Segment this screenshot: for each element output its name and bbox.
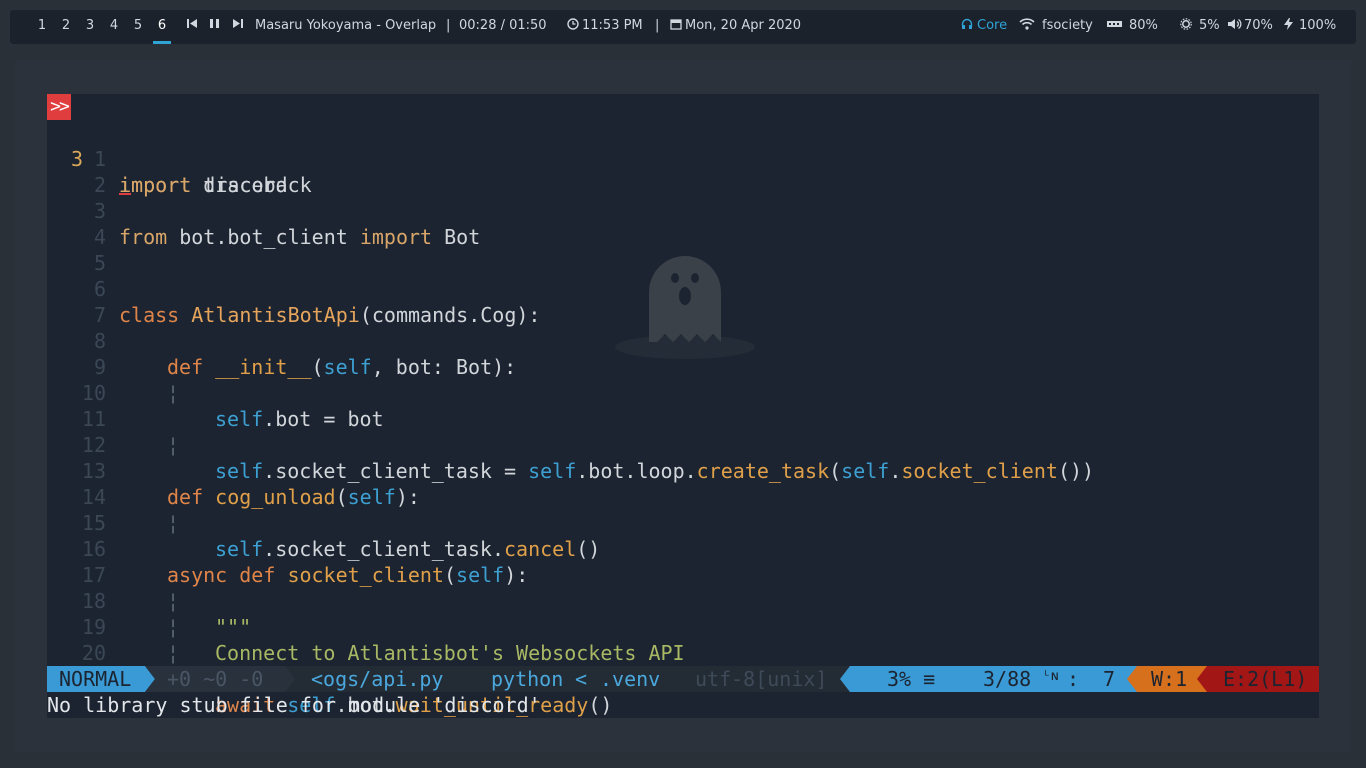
code-line: 12 bbox=[47, 406, 1319, 457]
line-number-icon: ᴸɴ bbox=[1043, 669, 1059, 684]
calendar-icon bbox=[670, 10, 682, 44]
code-line: 2 bbox=[47, 146, 1319, 197]
code-line: 1 import traceback bbox=[47, 120, 1319, 197]
code-line: 7 bbox=[47, 276, 1319, 327]
error-count[interactable]: E:2(L1) bbox=[1223, 666, 1307, 692]
track-position: 00:28 / 01:50 bbox=[459, 18, 547, 33]
media-divider: | bbox=[446, 18, 451, 33]
headphones-icon bbox=[961, 10, 973, 44]
column-separator: : bbox=[1067, 667, 1080, 691]
memory-usage: 80% bbox=[1129, 18, 1158, 33]
virtualenv: .venv bbox=[600, 667, 661, 691]
workspace-4[interactable]: 4 bbox=[102, 10, 126, 44]
menu-icon: ≡ bbox=[923, 667, 936, 691]
file-type: python bbox=[491, 667, 564, 691]
date: Mon, 20 Apr 2020 bbox=[685, 18, 802, 33]
code-line: 13 def cog_unload(self): bbox=[47, 432, 1319, 509]
vim-editor[interactable]: >> 3 import discord 1 import traceback 2… bbox=[47, 94, 1319, 718]
code-line: 17 ¦ """ bbox=[47, 536, 1319, 639]
cursor-position: 3/88 bbox=[983, 667, 1032, 691]
file-name[interactable]: <ogs/api.py bbox=[311, 666, 443, 692]
code-line: 5 bbox=[47, 224, 1319, 275]
workspace-1[interactable]: 1 bbox=[30, 10, 54, 44]
status-line: NORMAL +0 ~0 -0 <ogs/api.py python < .ve… bbox=[47, 666, 1319, 692]
wifi-network[interactable]: fsociety bbox=[1042, 10, 1093, 44]
code-line: 10 bbox=[47, 354, 1319, 405]
cpu-icon bbox=[1180, 10, 1192, 44]
battery-bolt-icon bbox=[1284, 10, 1293, 44]
clock-icon bbox=[567, 10, 579, 44]
message-line: No library stub file for module 'discord… bbox=[47, 693, 541, 717]
skip-forward-icon[interactable] bbox=[230, 10, 244, 44]
memory-icon bbox=[1107, 10, 1122, 44]
volume-icon bbox=[1228, 10, 1242, 44]
workspace-2[interactable]: 2 bbox=[54, 10, 78, 44]
audio-device[interactable]: Core bbox=[977, 10, 1007, 44]
code-line: 18 ¦ Connect to Atlantisbot's Websockets… bbox=[47, 562, 1319, 665]
code-line: >> 3 import discord bbox=[47, 94, 1319, 197]
code-line: 4 bbox=[47, 198, 1319, 249]
code-line: 3 from bot.bot_client import Bot bbox=[47, 172, 1319, 249]
skip-back-icon[interactable] bbox=[185, 10, 199, 44]
code-line: 8 def __init__(self, bot: Bot): bbox=[47, 302, 1319, 379]
code-line: 20 ¦ await self.bot.wait_until_ready() bbox=[47, 614, 1319, 717]
top-bar: 1 2 3 4 5 6 Masaru Yokoyama - Overlap | … bbox=[10, 10, 1356, 44]
code-line: 14 ¦ self.socket_client_task.cancel() bbox=[47, 458, 1319, 561]
scroll-percent: 3% bbox=[887, 667, 912, 691]
venv-separator: < bbox=[575, 667, 588, 691]
error-sign: >> bbox=[47, 94, 71, 120]
cpu-usage: 5% bbox=[1199, 18, 1220, 33]
git-diff-stats: +0 ~0 -0 bbox=[167, 667, 264, 691]
wifi-icon bbox=[1019, 10, 1035, 44]
code-line: 19 ¦ """ bbox=[47, 588, 1319, 691]
volume-level[interactable]: 70% bbox=[1244, 10, 1273, 44]
warning-count[interactable]: W:1 bbox=[1151, 666, 1187, 692]
code-line: 16 async def socket_client(self): bbox=[47, 510, 1319, 587]
code-line: 9 ¦ self.bot = bot bbox=[47, 328, 1319, 431]
battery-level: 100% bbox=[1299, 18, 1337, 33]
file-encoding: utf-8[unix] bbox=[695, 667, 828, 691]
clock-divider: | bbox=[655, 18, 660, 33]
workspace-5[interactable]: 5 bbox=[126, 10, 150, 44]
code-line: 11 ¦ self.socket_client_task = self.bot.… bbox=[47, 380, 1319, 483]
code-line: 21 bbox=[47, 640, 1319, 691]
code-line: 6 class AtlantisBotApi(commands.Cog): bbox=[47, 250, 1319, 327]
workspace-6[interactable]: 6 bbox=[150, 10, 174, 44]
track-title: Masaru Yokoyama - Overlap bbox=[255, 18, 437, 33]
code-line: 15 bbox=[47, 484, 1319, 535]
cursor-column: 7 bbox=[1103, 667, 1116, 691]
pause-icon[interactable] bbox=[207, 10, 221, 44]
mode-indicator: NORMAL bbox=[59, 667, 132, 691]
clock-time: 11:53 PM bbox=[582, 18, 643, 33]
workspace-3[interactable]: 3 bbox=[78, 10, 102, 44]
